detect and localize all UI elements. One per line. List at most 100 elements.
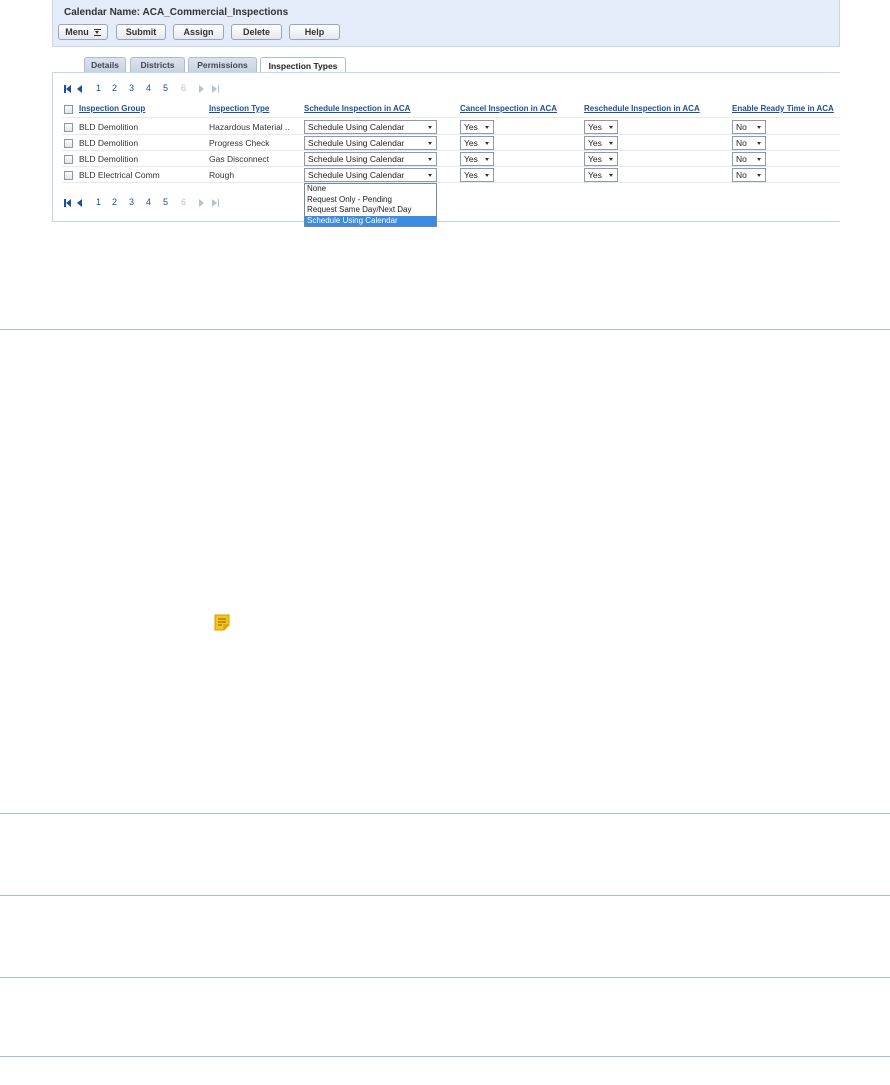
cancel-select[interactable]: Yes [460, 168, 494, 182]
tab-districts[interactable]: Districts [130, 57, 185, 72]
prev-page-icon[interactable] [77, 199, 82, 207]
column-header-ready-time[interactable]: Enable Ready Time in ACA [732, 104, 834, 113]
last-page-icon [212, 199, 219, 207]
page-link[interactable]: 3 [129, 83, 134, 93]
inspection-type-cell: Hazardous Material .. [209, 122, 290, 132]
cancel-select-value: Yes [464, 138, 478, 148]
schedule-select[interactable]: Schedule Using Calendar [304, 152, 437, 166]
panel-divider [52, 72, 840, 73]
chevron-down-icon [485, 158, 489, 161]
assign-button[interactable]: Assign [173, 24, 224, 40]
row-checkbox[interactable] [64, 139, 73, 148]
first-page-icon[interactable] [64, 85, 71, 93]
section-divider [0, 1056, 890, 1057]
schedule-dropdown-list: None Request Only - Pending Request Same… [304, 183, 437, 227]
page-link: 6 [181, 197, 187, 207]
last-page-icon [212, 85, 219, 93]
chevron-down-icon [609, 126, 613, 129]
inspection-type-cell: Rough [209, 170, 235, 180]
chevron-down-icon [757, 142, 761, 145]
row-checkbox[interactable] [64, 155, 73, 164]
reschedule-select-value: Yes [588, 138, 602, 148]
row-checkbox[interactable] [64, 123, 73, 132]
chevron-down-icon [485, 126, 489, 129]
dropdown-option-request-only-pending[interactable]: Request Only - Pending [305, 195, 436, 206]
ready-time-select[interactable]: No [732, 152, 766, 166]
page-link[interactable]: 3 [129, 197, 134, 207]
chevron-down-icon [757, 158, 761, 161]
calendar-panel: Calendar Name: ACA_Commercial_Inspection… [52, 0, 840, 232]
submit-button[interactable]: Submit [116, 24, 166, 40]
next-page-icon [199, 199, 204, 207]
schedule-select[interactable]: Schedule Using Calendar [304, 120, 437, 134]
dropdown-option-none[interactable]: None [305, 184, 436, 195]
delete-button[interactable]: Delete [231, 24, 282, 40]
row-divider [62, 117, 840, 118]
chevron-down-icon [428, 174, 432, 177]
page-link[interactable]: 2 [112, 83, 117, 93]
menu-button-label: Menu [65, 27, 89, 37]
dropdown-option-request-same-day[interactable]: Request Same Day/Next Day [305, 205, 436, 216]
row-checkbox[interactable] [64, 171, 73, 180]
schedule-select[interactable]: Schedule Using Calendar [304, 168, 437, 182]
inspection-group-cell: BLD Electrical Comm [79, 170, 160, 180]
column-header-inspection-type[interactable]: Inspection Type [209, 104, 269, 113]
schedule-select-value: Schedule Using Calendar [308, 138, 405, 148]
section-divider [0, 977, 890, 978]
section-divider [0, 329, 890, 330]
ready-time-select-value: No [736, 122, 747, 132]
cancel-select[interactable]: Yes [460, 136, 494, 150]
ready-time-select[interactable]: No [732, 168, 766, 182]
select-all-checkbox[interactable] [64, 105, 73, 114]
reschedule-select[interactable]: Yes [584, 120, 618, 134]
tab-permissions[interactable]: Permissions [188, 57, 257, 72]
cancel-select[interactable]: Yes [460, 152, 494, 166]
chevron-down-icon [609, 158, 613, 161]
tab-details[interactable]: Details [84, 57, 126, 72]
row-divider [62, 134, 840, 135]
cancel-select-value: Yes [464, 170, 478, 180]
page-link[interactable]: 5 [163, 83, 168, 93]
column-header-schedule[interactable]: Schedule Inspection in ACA [304, 104, 410, 113]
prev-page-icon[interactable] [77, 85, 82, 93]
reschedule-select[interactable]: Yes [584, 152, 618, 166]
ready-time-select-value: No [736, 138, 747, 148]
ready-time-select[interactable]: No [732, 120, 766, 134]
schedule-select[interactable]: Schedule Using Calendar [304, 136, 437, 150]
column-header-inspection-group[interactable]: Inspection Group [79, 104, 145, 113]
first-page-icon[interactable] [64, 199, 71, 207]
ready-time-select[interactable]: No [732, 136, 766, 150]
dropdown-option-schedule-using-calendar[interactable]: Schedule Using Calendar [305, 215, 436, 226]
schedule-select-value: Schedule Using Calendar [308, 170, 405, 180]
reschedule-select[interactable]: Yes [584, 168, 618, 182]
chevron-down-icon [485, 142, 489, 145]
schedule-select-value: Schedule Using Calendar [308, 154, 405, 164]
tab-inspection-types[interactable]: Inspection Types [260, 57, 346, 73]
help-button[interactable]: Help [289, 24, 340, 40]
page-link[interactable]: 1 [96, 83, 101, 93]
chevron-down-icon [609, 174, 613, 177]
chevron-down-icon [428, 142, 432, 145]
calendar-title: Calendar Name: ACA_Commercial_Inspection… [64, 7, 289, 18]
chevron-down-icon [757, 126, 761, 129]
page-link[interactable]: 1 [96, 197, 101, 207]
column-header-reschedule[interactable]: Reschedule Inspection in ACA [584, 104, 700, 113]
section-divider [0, 813, 890, 814]
menu-button[interactable]: Menu [58, 24, 108, 40]
row-divider [62, 150, 840, 151]
cancel-select[interactable]: Yes [460, 120, 494, 134]
page-link[interactable]: 5 [163, 197, 168, 207]
page-link[interactable]: 4 [146, 83, 151, 93]
cancel-select-value: Yes [464, 122, 478, 132]
calendar-header: Calendar Name: ACA_Commercial_Inspection… [52, 0, 840, 47]
panel-divider-bottom [52, 221, 840, 222]
reschedule-select[interactable]: Yes [584, 136, 618, 150]
page-link: 6 [181, 83, 187, 93]
section-divider [0, 895, 890, 896]
panel-border-left [52, 72, 53, 222]
next-page-icon [199, 85, 204, 93]
page-link[interactable]: 2 [112, 197, 117, 207]
column-header-cancel[interactable]: Cancel Inspection in ACA [460, 104, 557, 113]
reschedule-select-value: Yes [588, 154, 602, 164]
page-link[interactable]: 4 [146, 197, 151, 207]
